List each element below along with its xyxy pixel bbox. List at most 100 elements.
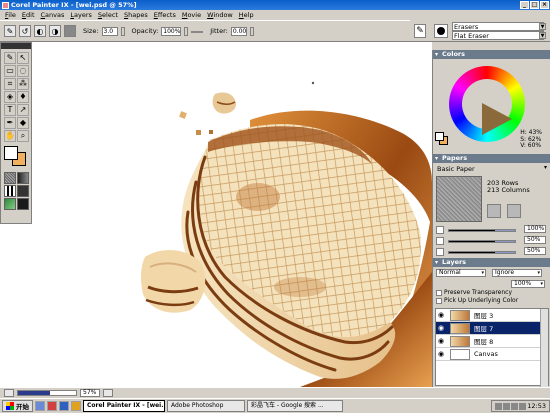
brush-dab-preview[interactable]	[434, 24, 448, 38]
layer-item[interactable]: ◉ 图层 8▪	[436, 335, 548, 348]
paint-bucket-icon[interactable]: ◈	[4, 91, 16, 103]
jitter-spinner[interactable]	[249, 26, 254, 36]
tray-icon[interactable]	[511, 402, 519, 410]
layer-adjuster-icon[interactable]: ↖	[17, 52, 29, 64]
menu-canvas[interactable]: Canvas	[38, 11, 68, 19]
menu-edit[interactable]: Edit	[19, 11, 38, 19]
invert-paper-icon[interactable]	[487, 204, 501, 218]
brush-variant-dropdown-icon[interactable]: ▼	[539, 32, 546, 39]
composite-depth-select[interactable]: Ignore	[492, 269, 542, 277]
maximize-button[interactable]: □	[530, 1, 539, 9]
brush-type-icon-3[interactable]	[64, 25, 76, 37]
shape-select-icon[interactable]: ↗	[17, 104, 29, 116]
task-browser[interactable]: 彩晶飞车 - Google 搜索 ...	[247, 400, 343, 412]
brush-category[interactable]: Erasers	[454, 23, 478, 31]
jitter-label: Jitter:	[210, 27, 228, 35]
pick-up-underlying-checkbox[interactable]: Pick Up Underlying Color	[433, 297, 550, 305]
preserve-transparency-checkbox[interactable]: Preserve Transparency	[433, 289, 550, 297]
composite-method-select[interactable]: Normal	[436, 269, 486, 277]
paper-selector-icon[interactable]	[4, 172, 16, 184]
brush-type-icon-1[interactable]: ◐	[34, 25, 46, 37]
visibility-eye-icon[interactable]: ◉	[436, 324, 446, 332]
reset-icon[interactable]: ↺	[19, 25, 31, 37]
zoom-level-input[interactable]: 57%	[80, 389, 100, 397]
visibility-eye-icon[interactable]: ◉	[436, 337, 446, 345]
jitter-input[interactable]: 0.00	[230, 26, 247, 36]
layer-opacity-input[interactable]: 100%	[511, 280, 545, 288]
menu-window[interactable]: Window	[204, 11, 236, 19]
menu-effects[interactable]: Effects	[151, 11, 179, 19]
weave-selector-icon[interactable]	[17, 185, 29, 197]
magic-wand-icon[interactable]: ⁂	[17, 78, 29, 90]
zoom-slider[interactable]	[17, 390, 77, 396]
pattern-selector-icon[interactable]	[4, 185, 16, 197]
layer-item-selected[interactable]: ◉ 图层 7▪	[436, 322, 548, 335]
menu-file[interactable]: File	[2, 11, 19, 19]
clone-icon[interactable]: ◆	[17, 117, 29, 129]
visibility-eye-icon[interactable]: ◉	[436, 311, 446, 319]
colors-panel-header[interactable]: Colors	[433, 50, 550, 59]
paper-contrast-slider[interactable]: 50%	[436, 236, 548, 245]
paper-info: 203 Rows 213 Columns	[487, 179, 530, 194]
gradient-selector-icon[interactable]	[17, 172, 29, 184]
opacity-spinner[interactable]	[184, 26, 189, 36]
task-painter[interactable]: Corel Painter IX - [wei...	[83, 400, 165, 412]
crumb-large	[140, 250, 206, 313]
opacity-input[interactable]: 100%	[161, 26, 182, 36]
quicklaunch-ie-icon[interactable]	[59, 401, 69, 411]
menu-movie[interactable]: Movie	[179, 11, 204, 19]
dropper-icon[interactable]: ♦	[17, 91, 29, 103]
menu-shapes[interactable]: Shapes	[121, 11, 151, 19]
tray-icon[interactable]	[519, 402, 527, 410]
papers-panel-header[interactable]: Papers	[433, 154, 550, 163]
visibility-eye-icon[interactable]: ◉	[436, 350, 446, 358]
text-icon[interactable]: T	[4, 104, 16, 116]
lasso-icon[interactable]: ◌	[17, 65, 29, 77]
brush-type-icon-2[interactable]: ◑	[49, 25, 61, 37]
minimize-button[interactable]: _	[520, 1, 529, 9]
grain-slider[interactable]	[191, 29, 204, 33]
brush-category-icon[interactable]: ✎	[414, 24, 426, 38]
pen-icon[interactable]: ✒	[4, 117, 16, 129]
zoom-step-icon[interactable]	[103, 389, 113, 397]
size-spinner[interactable]	[120, 26, 125, 36]
make-paper-icon[interactable]	[507, 204, 521, 218]
quicklaunch-folder-icon[interactable]	[71, 401, 81, 411]
quicklaunch-app-icon[interactable]	[47, 401, 57, 411]
paper-scale-slider[interactable]: 100%	[436, 225, 548, 234]
nozzle-selector-icon[interactable]	[4, 198, 16, 210]
paper-name-selector[interactable]: Basic Paper ▾	[433, 163, 550, 174]
layer-item[interactable]: ◉ 图层 3▪	[436, 309, 548, 322]
brush-category-dropdown-icon[interactable]: ▼	[539, 23, 546, 30]
magnifier-icon[interactable]: ⌕	[17, 130, 29, 142]
brush-tool-icon[interactable]: ✎	[4, 25, 16, 37]
look-selector-icon[interactable]	[17, 198, 29, 210]
close-button[interactable]: ×	[540, 1, 549, 9]
task-photoshop[interactable]: Adobe Photoshop	[167, 400, 245, 412]
menu-select[interactable]: Select	[95, 11, 121, 19]
brightness-icon	[436, 248, 444, 256]
paper-brightness-slider[interactable]: 50%	[436, 247, 548, 256]
saturation-value-triangle[interactable]	[482, 103, 512, 135]
rect-select-icon[interactable]: ▭	[4, 65, 16, 77]
paper-dropdown-icon[interactable]: ▾	[544, 164, 547, 171]
tray-icon[interactable]	[495, 402, 503, 410]
crop-icon[interactable]: ⌗	[4, 78, 16, 90]
zoom-out-icon[interactable]	[4, 389, 14, 397]
quicklaunch-desktop-icon[interactable]	[35, 401, 45, 411]
brush-variant[interactable]: Flat Eraser	[454, 32, 489, 40]
layers-panel-header[interactable]: Layers	[433, 258, 550, 267]
grabber-icon[interactable]: ✋	[4, 130, 16, 142]
menu-layers[interactable]: Layers	[67, 11, 95, 19]
tray-icon[interactable]	[503, 402, 511, 410]
brush-icon[interactable]: ✎	[4, 52, 16, 64]
primary-color-swatch[interactable]	[4, 146, 18, 160]
size-input[interactable]: 3.0	[101, 26, 118, 36]
layer-item[interactable]: ◉ Canvas	[436, 348, 548, 361]
start-button[interactable]: 开始	[2, 400, 33, 412]
hue-ring[interactable]	[449, 66, 525, 142]
document-canvas[interactable]	[0, 42, 432, 387]
layer-list-scrollbar[interactable]	[540, 309, 548, 387]
primary-color-swatch[interactable]	[435, 132, 444, 141]
menu-help[interactable]: Help	[236, 11, 257, 19]
